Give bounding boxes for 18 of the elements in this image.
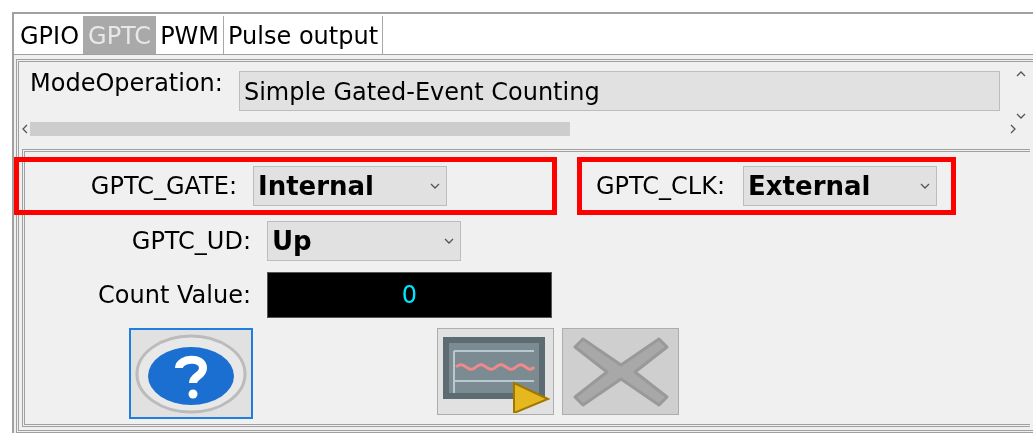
mode-field[interactable]: Simple Gated-Event Counting — [238, 71, 1000, 111]
dropdown[interactable]: External — [743, 166, 938, 206]
field-label: GPTC_CLK: — [596, 172, 726, 200]
help-button[interactable] — [129, 328, 253, 419]
field-label: ModeOperation: — [30, 69, 223, 97]
scroll-down-icon — [1016, 113, 1026, 119]
scroll-right-icon — [1010, 124, 1016, 134]
scrollbar-thumb[interactable] — [30, 122, 570, 136]
field-label: GPTC_GATE: — [90, 172, 237, 200]
count-display: 0 — [267, 272, 552, 318]
help-icon — [135, 333, 247, 414]
field-label: GPTC_UD: — [131, 227, 251, 255]
field-label: Count Value: — [98, 281, 251, 309]
dropdown[interactable]: Internal — [253, 166, 447, 206]
scroll-up-icon — [1016, 71, 1026, 77]
scroll-left-icon — [22, 124, 28, 134]
chart-button[interactable] — [437, 328, 554, 415]
dropdown[interactable]: Up — [267, 221, 461, 261]
